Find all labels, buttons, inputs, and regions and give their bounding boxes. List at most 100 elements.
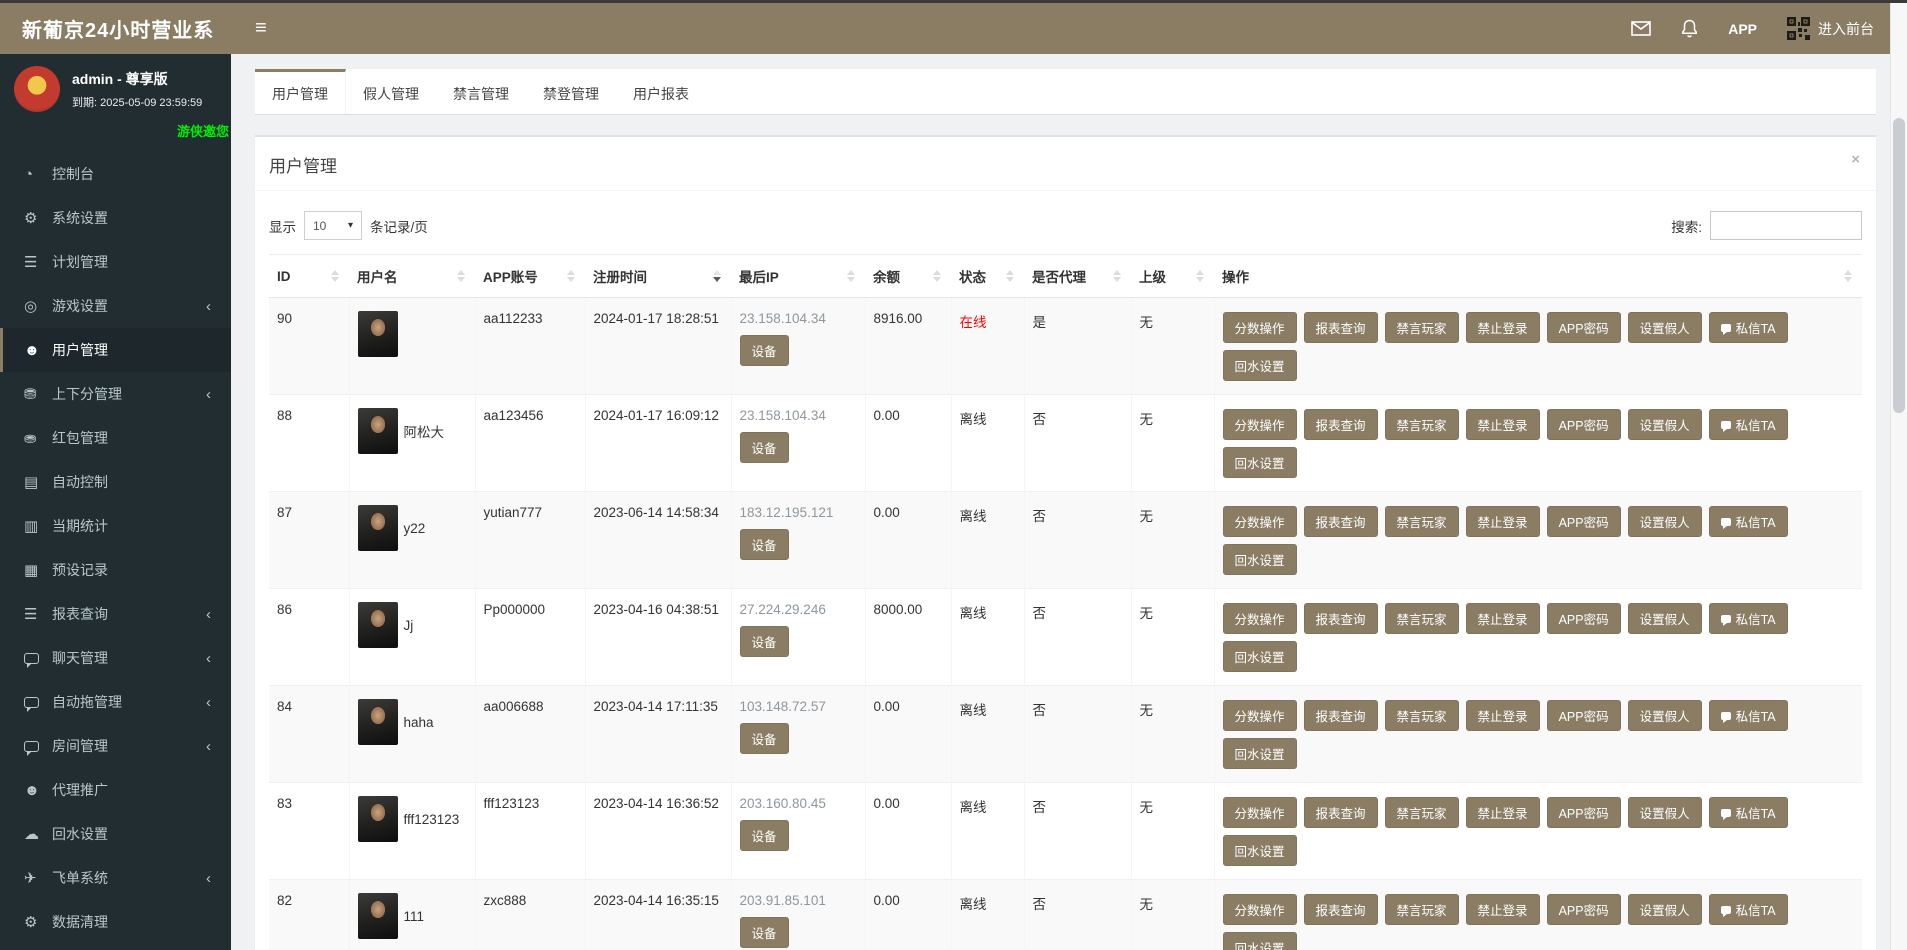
sidebar-item-代理推广[interactable]: ☻ 代理推广 xyxy=(0,768,231,812)
set-fake-button[interactable]: 设置假人 xyxy=(1627,603,1702,634)
sidebar-item-数据清理[interactable]: ⚙ 数据清理 xyxy=(0,900,231,944)
message-ta-button[interactable]: 私信TA xyxy=(1708,312,1788,343)
sort-icon[interactable] xyxy=(1844,270,1852,282)
sidebar-item-计划管理[interactable]: ☰ 计划管理 xyxy=(0,240,231,284)
device-button[interactable]: 设备 xyxy=(739,820,789,851)
score-op-button[interactable]: 分数操作 xyxy=(1222,603,1297,634)
envelope-icon[interactable] xyxy=(1631,21,1652,36)
sidebar-item-飞单系统[interactable]: ✈ 飞单系统 ‹ xyxy=(0,856,231,900)
ban-login-button[interactable]: 禁止登录 xyxy=(1465,894,1540,925)
set-fake-button[interactable]: 设置假人 xyxy=(1627,797,1702,828)
ban-login-button[interactable]: 禁止登录 xyxy=(1465,506,1540,537)
sidebar-item-游戏设置[interactable]: ◎ 游戏设置 ‹ xyxy=(0,284,231,328)
device-button[interactable]: 设备 xyxy=(739,432,789,463)
column-header-用户名[interactable]: 用户名 xyxy=(349,254,475,298)
score-op-button[interactable]: 分数操作 xyxy=(1222,312,1297,343)
mute-player-button[interactable]: 禁言玩家 xyxy=(1384,894,1459,925)
device-button[interactable]: 设备 xyxy=(739,917,789,948)
sort-icon[interactable] xyxy=(713,270,721,282)
ban-login-button[interactable]: 禁止登录 xyxy=(1465,603,1540,634)
message-ta-button[interactable]: 私信TA xyxy=(1708,797,1788,828)
report-query-button[interactable]: 报表查询 xyxy=(1303,797,1378,828)
rebate-setting-button[interactable]: 回水设置 xyxy=(1222,447,1297,478)
report-query-button[interactable]: 报表查询 xyxy=(1303,506,1378,537)
set-fake-button[interactable]: 设置假人 xyxy=(1627,409,1702,440)
device-button[interactable]: 设备 xyxy=(739,529,789,560)
app-password-button[interactable]: APP密码 xyxy=(1546,506,1621,537)
hamburger-menu-icon[interactable]: ≡ xyxy=(231,17,291,40)
app-password-button[interactable]: APP密码 xyxy=(1546,894,1621,925)
message-ta-button[interactable]: 私信TA xyxy=(1708,506,1788,537)
app-password-button[interactable]: APP密码 xyxy=(1546,603,1621,634)
ban-login-button[interactable]: 禁止登录 xyxy=(1465,700,1540,731)
app-password-button[interactable]: APP密码 xyxy=(1546,312,1621,343)
rebate-setting-button[interactable]: 回水设置 xyxy=(1222,835,1297,866)
column-header-APP账号[interactable]: APP账号 xyxy=(475,254,585,298)
sort-icon[interactable] xyxy=(1113,270,1121,282)
score-op-button[interactable]: 分数操作 xyxy=(1222,894,1297,925)
bell-icon[interactable] xyxy=(1681,19,1698,38)
device-button[interactable]: 设备 xyxy=(739,626,789,657)
report-query-button[interactable]: 报表查询 xyxy=(1303,409,1378,440)
sort-icon[interactable] xyxy=(847,270,855,282)
tab-禁登管理[interactable]: 禁登管理 xyxy=(526,69,616,114)
page-size-select[interactable]: 10 ▾ xyxy=(304,211,362,240)
sidebar-item-聊天管理[interactable]: 聊天管理 ‹ xyxy=(0,636,231,680)
report-query-button[interactable]: 报表查询 xyxy=(1303,700,1378,731)
sidebar-item-控制台[interactable]: ◔ 控制台 xyxy=(0,152,231,196)
rebate-setting-button[interactable]: 回水设置 xyxy=(1222,641,1297,672)
score-op-button[interactable]: 分数操作 xyxy=(1222,700,1297,731)
score-op-button[interactable]: 分数操作 xyxy=(1222,409,1297,440)
sort-icon[interactable] xyxy=(1196,270,1204,282)
report-query-button[interactable]: 报表查询 xyxy=(1303,894,1378,925)
sort-icon[interactable] xyxy=(457,270,465,282)
mute-player-button[interactable]: 禁言玩家 xyxy=(1384,700,1459,731)
search-input[interactable] xyxy=(1710,211,1862,240)
ban-login-button[interactable]: 禁止登录 xyxy=(1465,409,1540,440)
ban-login-button[interactable]: 禁止登录 xyxy=(1465,797,1540,828)
sort-icon[interactable] xyxy=(331,270,339,282)
mute-player-button[interactable]: 禁言玩家 xyxy=(1384,409,1459,440)
message-ta-button[interactable]: 私信TA xyxy=(1708,409,1788,440)
sort-icon[interactable] xyxy=(933,270,941,282)
column-header-余额[interactable]: 余额 xyxy=(865,254,951,298)
rebate-setting-button[interactable]: 回水设置 xyxy=(1222,738,1297,769)
column-header-最后IP[interactable]: 最后IP xyxy=(731,254,865,298)
mute-player-button[interactable]: 禁言玩家 xyxy=(1384,797,1459,828)
ban-login-button[interactable]: 禁止登录 xyxy=(1465,312,1540,343)
mute-player-button[interactable]: 禁言玩家 xyxy=(1384,603,1459,634)
tab-用户管理[interactable]: 用户管理 xyxy=(255,69,346,114)
column-header-操作[interactable]: 操作 xyxy=(1214,254,1862,298)
message-ta-button[interactable]: 私信TA xyxy=(1708,894,1788,925)
set-fake-button[interactable]: 设置假人 xyxy=(1627,506,1702,537)
tab-用户报表[interactable]: 用户报表 xyxy=(616,69,706,114)
enter-frontend-link[interactable]: 进入前台 xyxy=(1787,17,1874,40)
sidebar-item-预设记录[interactable]: ▦ 预设记录 xyxy=(0,548,231,592)
device-button[interactable]: 设备 xyxy=(739,723,789,754)
sidebar-item-报表查询[interactable]: ☰ 报表查询 ‹ xyxy=(0,592,231,636)
sidebar-item-房间管理[interactable]: 房间管理 ‹ xyxy=(0,724,231,768)
sidebar-item-手动开奖[interactable]: ♟手动开奖 xyxy=(0,944,231,950)
rebate-setting-button[interactable]: 回水设置 xyxy=(1222,350,1297,381)
report-query-button[interactable]: 报表查询 xyxy=(1303,312,1378,343)
sidebar-item-当期统计[interactable]: ▥ 当期统计 xyxy=(0,504,231,548)
sidebar-item-自动控制[interactable]: ▤ 自动控制 xyxy=(0,460,231,504)
sidebar-item-回水设置[interactable]: ☁ 回水设置 xyxy=(0,812,231,856)
sidebar-item-自动拖管理[interactable]: 自动拖管理 ‹ xyxy=(0,680,231,724)
mute-player-button[interactable]: 禁言玩家 xyxy=(1384,312,1459,343)
sort-icon[interactable] xyxy=(1006,270,1014,282)
column-header-状态[interactable]: 状态 xyxy=(951,254,1024,298)
column-header-ID[interactable]: ID xyxy=(269,254,349,298)
sidebar-item-上下分管理[interactable]: ⛃ 上下分管理 ‹ xyxy=(0,372,231,416)
score-op-button[interactable]: 分数操作 xyxy=(1222,506,1297,537)
set-fake-button[interactable]: 设置假人 xyxy=(1627,894,1702,925)
app-password-button[interactable]: APP密码 xyxy=(1546,409,1621,440)
tab-假人管理[interactable]: 假人管理 xyxy=(346,69,436,114)
column-header-上级[interactable]: 上级 xyxy=(1131,254,1214,298)
vertical-scrollbar[interactable] xyxy=(1890,3,1907,950)
column-header-是否代理[interactable]: 是否代理 xyxy=(1024,254,1131,298)
app-password-button[interactable]: APP密码 xyxy=(1546,700,1621,731)
close-icon[interactable]: × xyxy=(1851,151,1860,168)
scrollbar-thumb[interactable] xyxy=(1893,118,1905,413)
tab-禁言管理[interactable]: 禁言管理 xyxy=(436,69,526,114)
